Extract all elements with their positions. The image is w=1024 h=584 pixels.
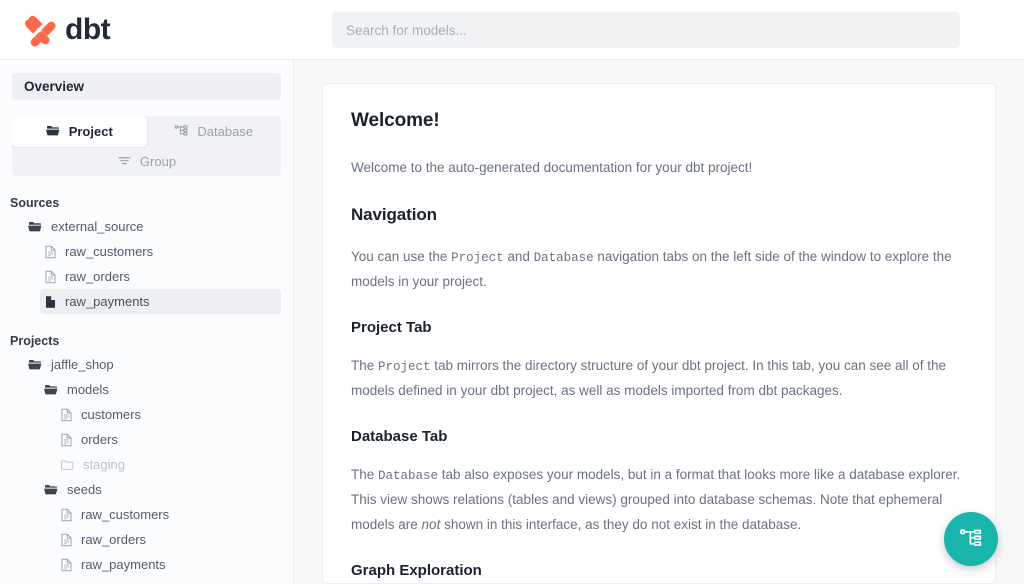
tab-project-label: Project: [69, 124, 113, 139]
tab-group-label: Group: [140, 154, 176, 169]
tree-node-label: models: [67, 382, 109, 397]
tree-node-seeds[interactable]: seeds: [40, 477, 281, 502]
brand-wordmark: dbt: [65, 15, 110, 45]
lineage-icon: [174, 124, 189, 140]
tree-node-orders[interactable]: orders: [56, 427, 281, 452]
main-content: Welcome! Welcome to the auto-generated d…: [294, 60, 1024, 584]
tree-node-label: orders: [81, 432, 118, 447]
tree-node-staging[interactable]: staging: [56, 452, 281, 477]
tree-node-label: raw_orders: [65, 269, 130, 284]
documentation-card: Welcome! Welcome to the auto-generated d…: [322, 83, 996, 584]
sidebar-tree-projects: jaffle_shop models: [0, 352, 293, 577]
navigation-paragraph: You can use the Project and Database nav…: [351, 245, 967, 295]
tree-node-raw-customers-seed[interactable]: raw_customers: [56, 502, 281, 527]
inline-code-project: Project: [451, 251, 504, 265]
tree-node-raw-orders-source[interactable]: raw_orders: [40, 264, 281, 289]
tree-node-label: customers: [81, 407, 141, 422]
tree-node-label: seeds: [67, 482, 102, 497]
tab-group[interactable]: Group: [12, 147, 281, 176]
tree-node-label: jaffle_shop: [51, 357, 114, 372]
file-icon: [44, 245, 57, 259]
database-tab-text-1: The: [351, 467, 378, 482]
tab-project[interactable]: Project: [12, 116, 147, 147]
sidebar-tab-group: Project Database: [12, 116, 281, 176]
tree-node-label: raw_payments: [81, 557, 166, 572]
dbt-logo-icon: [22, 13, 56, 47]
inline-code-project: Project: [378, 360, 431, 374]
folder-closed-icon: [60, 458, 75, 471]
database-tab-emphasis: not: [422, 517, 441, 532]
project-tab-text-1: The: [351, 358, 378, 373]
tree-node-jaffle-shop[interactable]: jaffle_shop: [24, 352, 281, 377]
search-container: [332, 12, 960, 48]
sidebar-tree-sources: external_source raw_customers: [0, 214, 293, 314]
folder-open-icon: [46, 124, 61, 140]
project-tab-paragraph: The Project tab mirrors the directory st…: [351, 354, 967, 404]
database-tab-paragraph: The Database tab also exposes your model…: [351, 463, 967, 538]
folder-open-icon: [28, 220, 43, 233]
file-icon: [60, 508, 73, 522]
folder-open-icon: [44, 383, 59, 396]
tree-node-external-source[interactable]: external_source: [24, 214, 281, 239]
tree-node-label: staging: [83, 457, 125, 472]
tab-database-label: Database: [197, 124, 253, 139]
tree-node-models[interactable]: models: [40, 377, 281, 402]
sidebar-tab-row: Project Database: [12, 116, 281, 147]
tree-node-label: raw_customers: [65, 244, 153, 259]
project-tab-text-2: tab mirrors the directory structure of y…: [351, 358, 946, 398]
filter-lines-icon: [117, 154, 132, 170]
file-icon: [60, 433, 73, 447]
lineage-graph-button[interactable]: [944, 512, 998, 566]
file-icon: [60, 558, 73, 572]
navigation-heading: Navigation: [351, 205, 967, 225]
database-tab-heading: Database Tab: [351, 428, 967, 445]
graph-exploration-heading: Graph Exploration: [351, 562, 967, 579]
app-body: Overview Project: [0, 60, 1024, 584]
tree-node-label: raw_customers: [81, 507, 169, 522]
sidebar-section-projects-title: Projects: [10, 334, 293, 348]
tree-node-raw-customers-source[interactable]: raw_customers: [40, 239, 281, 264]
tree-node-label: external_source: [51, 219, 144, 234]
file-icon: [44, 295, 57, 309]
inline-code-database: Database: [534, 251, 594, 265]
folder-open-icon: [44, 483, 59, 496]
project-tab-heading: Project Tab: [351, 319, 967, 336]
search-input[interactable]: [332, 12, 960, 48]
app-header: dbt: [0, 0, 1024, 60]
tree-node-label: raw_payments: [65, 294, 150, 309]
inline-code-database: Database: [378, 469, 438, 483]
database-tab-text-3: shown in this interface, as they do not …: [440, 517, 801, 532]
welcome-heading: Welcome!: [351, 110, 967, 132]
overview-label: Overview: [24, 79, 84, 94]
navigation-text-1: You can use the: [351, 249, 451, 264]
brand-logo[interactable]: dbt: [22, 13, 272, 47]
tree-node-raw-orders-seed[interactable]: raw_orders: [56, 527, 281, 552]
tree-node-label: raw_orders: [81, 532, 146, 547]
file-icon: [60, 408, 73, 422]
lineage-graph-icon: [959, 526, 984, 552]
welcome-paragraph: Welcome to the auto-generated documentat…: [351, 156, 967, 181]
file-icon: [60, 533, 73, 547]
folder-open-icon: [28, 358, 43, 371]
tab-database[interactable]: Database: [147, 116, 282, 147]
sidebar: Overview Project: [0, 60, 294, 584]
file-icon: [44, 270, 57, 284]
navigation-text-2: and: [504, 249, 534, 264]
sidebar-section-sources-title: Sources: [10, 196, 293, 210]
sidebar-item-overview[interactable]: Overview: [12, 73, 281, 100]
tree-node-raw-payments-source[interactable]: raw_payments: [40, 289, 281, 314]
tree-node-raw-payments-seed[interactable]: raw_payments: [56, 552, 281, 577]
tree-node-customers[interactable]: customers: [56, 402, 281, 427]
